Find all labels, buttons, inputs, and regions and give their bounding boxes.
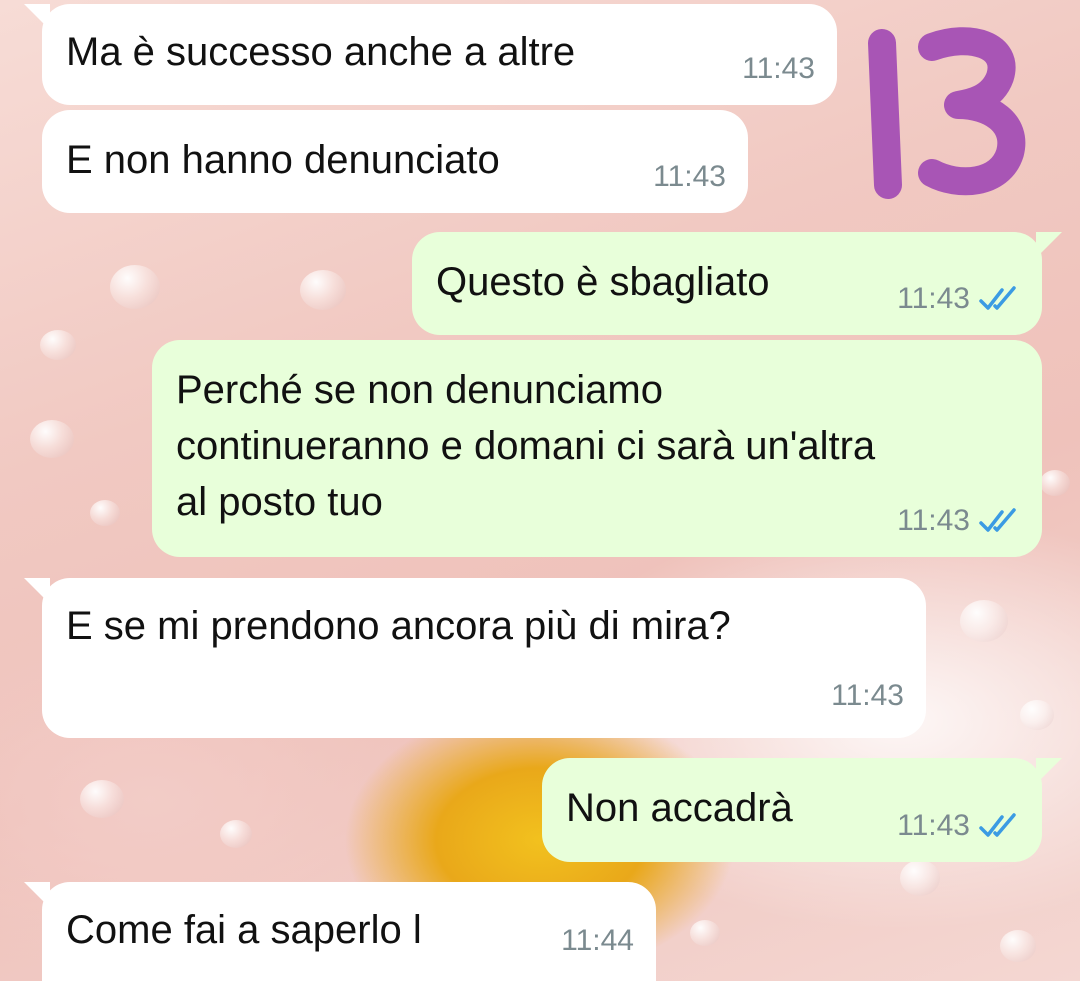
message-time: 11:43 bbox=[742, 52, 815, 85]
message-meta: 11:43 bbox=[653, 149, 726, 205]
water-drop bbox=[300, 270, 346, 310]
message-text: Ma è successo anche a altre bbox=[66, 30, 576, 74]
water-drop bbox=[960, 600, 1008, 642]
message-bubble-incoming[interactable]: Ma è successo anche a altre 11:43 bbox=[42, 4, 837, 105]
message-meta: 11:43 bbox=[897, 271, 1020, 327]
water-drop bbox=[40, 330, 76, 360]
water-drop bbox=[900, 860, 940, 896]
message-meta: 11:43 bbox=[897, 798, 1020, 854]
double-check-read-icon bbox=[979, 813, 1016, 837]
water-drop bbox=[1000, 930, 1036, 962]
message-time: 11:43 bbox=[831, 679, 904, 712]
message-bubble-outgoing[interactable]: Perché se non denunciamo continueranno e… bbox=[152, 340, 1042, 557]
message-meta: 11:43 bbox=[742, 41, 815, 97]
double-check-read-icon bbox=[979, 286, 1016, 310]
message-meta: 11:43 bbox=[897, 493, 1020, 549]
message-meta: 11:43 bbox=[831, 668, 904, 724]
water-drop bbox=[110, 265, 160, 309]
annotation-13-mark bbox=[868, 27, 1026, 199]
message-bubble-outgoing[interactable]: Questo è sbagliato 11:43 bbox=[412, 232, 1042, 335]
water-drop bbox=[1020, 700, 1054, 730]
water-drop bbox=[690, 920, 720, 946]
water-drop bbox=[80, 780, 124, 818]
water-drop bbox=[1040, 470, 1070, 496]
message-time: 11:43 bbox=[897, 504, 970, 537]
message-bubble-incoming[interactable]: E se mi prendono ancora più di mira? 11:… bbox=[42, 578, 926, 738]
message-text: Questo è sbagliato bbox=[436, 260, 770, 304]
message-text: E se mi prendono ancora più di mira? bbox=[66, 604, 731, 648]
message-bubble-incoming[interactable]: E non hanno denunciato 11:43 bbox=[42, 110, 748, 213]
water-drop bbox=[220, 820, 252, 848]
message-text: E non hanno denunciato bbox=[66, 138, 500, 182]
message-meta: 11:44 bbox=[561, 913, 634, 969]
message-bubble-incoming[interactable]: Come fai a saperlo l 11:44 bbox=[42, 882, 656, 981]
water-drop bbox=[30, 420, 74, 458]
message-time: 11:43 bbox=[897, 282, 970, 315]
message-text: Come fai a saperlo l bbox=[66, 908, 422, 952]
message-time: 11:43 bbox=[653, 160, 726, 193]
message-text: Non accadrà bbox=[566, 786, 793, 830]
message-text: Perché se non denunciamo continueranno e… bbox=[176, 368, 876, 524]
message-time: 11:43 bbox=[897, 809, 970, 842]
message-time: 11:44 bbox=[561, 924, 634, 957]
message-bubble-outgoing[interactable]: Non accadrà 11:43 bbox=[542, 758, 1042, 862]
double-check-read-icon bbox=[979, 508, 1016, 532]
water-drop bbox=[90, 500, 120, 526]
